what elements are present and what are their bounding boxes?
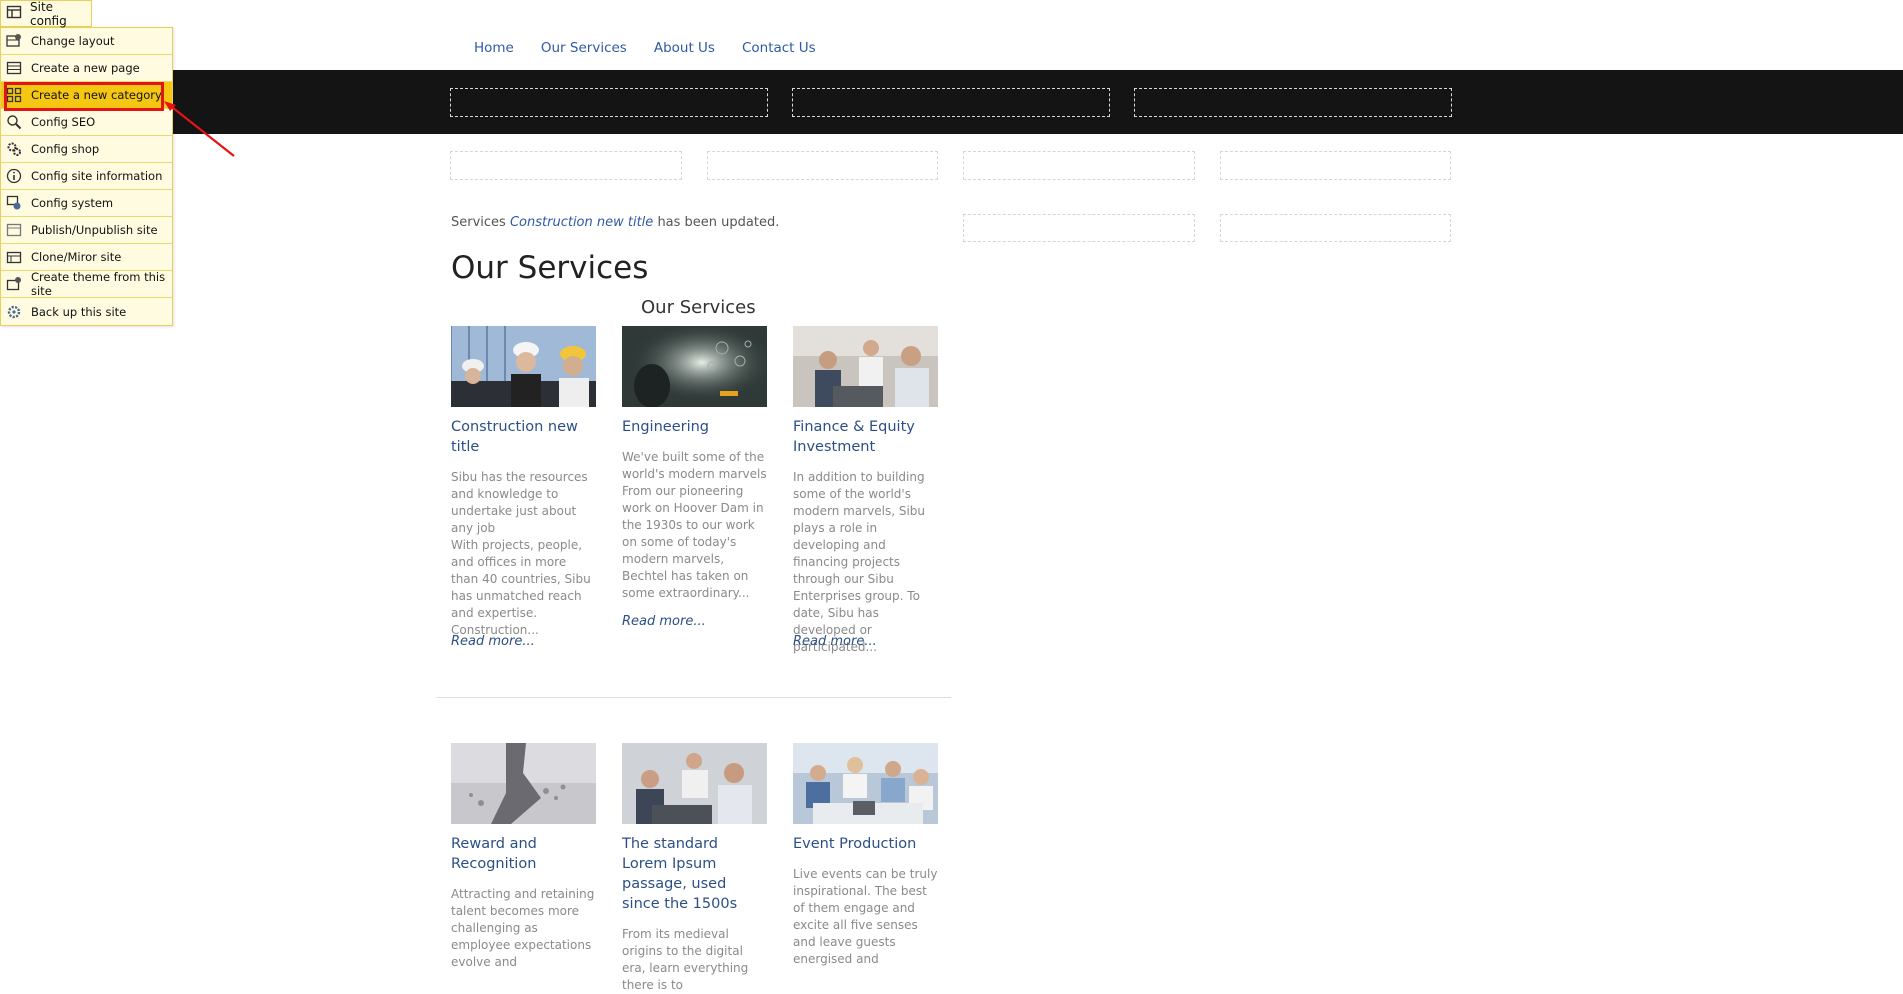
menu-item-create-theme[interactable]: Create theme from this site <box>1 270 172 298</box>
layout-icon <box>6 33 22 49</box>
menu-item-publish-site[interactable]: Publish/Unpublish site <box>1 217 172 244</box>
finance-thumbnail[interactable] <box>793 326 938 407</box>
menu-item-change-layout[interactable]: Change layout <box>1 28 172 55</box>
nav-link-about-us[interactable]: About Us <box>654 40 715 56</box>
nav-link-our-services[interactable]: Our Services <box>541 40 627 56</box>
placeholder-slot[interactable] <box>1134 88 1452 117</box>
menu-item-create-page[interactable]: Create a new page <box>1 55 172 82</box>
lorem-thumbnail[interactable] <box>622 743 767 824</box>
nav-link-home[interactable]: Home <box>474 40 514 56</box>
card-description: From its medieval origins to the digital… <box>622 927 749 992</box>
reward-thumbnail[interactable] <box>451 743 596 824</box>
read-more-link[interactable]: Read more... <box>451 634 535 649</box>
theme-icon <box>6 276 22 292</box>
card-title[interactable]: Reward and Recognition <box>451 834 596 874</box>
update-notice: Services Construction new title has been… <box>451 215 780 230</box>
read-more-link[interactable]: Read more... <box>622 614 706 629</box>
service-card: Engineering We've built some of the worl… <box>622 326 767 629</box>
backup-icon <box>6 304 22 320</box>
card-title[interactable]: Finance & Equity Investment <box>793 417 938 457</box>
section-title: Our Services <box>641 297 756 318</box>
service-card: Event Production Live events can be trul… <box>793 743 938 968</box>
service-card: Construction new title Sibu has the reso… <box>451 326 596 649</box>
card-title[interactable]: Engineering <box>622 417 767 437</box>
menu-item-clone-site[interactable]: Clone/Miror site <box>1 244 172 271</box>
main-nav: Home Our Services About Us Contact Us <box>474 40 816 56</box>
read-more-link[interactable]: Read more... <box>793 634 877 649</box>
construction-thumbnail[interactable] <box>451 326 596 407</box>
seo-icon <box>6 114 22 130</box>
site-config-menu: Change layout Create a new page Create a… <box>0 27 173 326</box>
category-icon <box>6 87 22 103</box>
menu-item-config-site-info[interactable]: Config site information <box>1 163 172 190</box>
service-card: Finance & Equity Investment In addition … <box>793 326 938 656</box>
page-icon <box>6 60 22 76</box>
section-divider <box>437 697 951 698</box>
service-card: Reward and Recognition Attracting and re… <box>451 743 596 971</box>
nav-link-contact-us[interactable]: Contact Us <box>742 40 816 56</box>
card-description: Sibu has the resources and knowledge to … <box>451 470 591 637</box>
menu-item-create-category[interactable]: Create a new category <box>1 82 172 109</box>
placeholder-slot[interactable] <box>1220 214 1451 242</box>
clone-icon <box>6 249 22 265</box>
placeholder-slot[interactable] <box>963 151 1195 180</box>
system-icon <box>6 195 22 211</box>
card-description: In addition to building some of the worl… <box>793 470 926 654</box>
site-config-icon <box>6 4 22 23</box>
placeholder-slot[interactable] <box>450 151 682 180</box>
site-config-label: Site config <box>30 0 67 28</box>
info-icon <box>6 168 22 184</box>
menu-item-config-system[interactable]: Config system <box>1 190 172 217</box>
card-description: Live events can be truly inspirational. … <box>793 867 938 966</box>
placeholder-slot[interactable] <box>707 151 938 180</box>
menu-item-backup-site[interactable]: Back up this site <box>1 298 172 325</box>
card-description: We've built some of the world's modern m… <box>622 450 767 600</box>
card-title[interactable]: Event Production <box>793 834 938 854</box>
placeholder-slot[interactable] <box>792 88 1110 117</box>
card-title[interactable]: Construction new title <box>451 417 596 457</box>
placeholder-slot[interactable] <box>963 214 1195 242</box>
site-config-toggle[interactable]: Site config <box>0 0 92 28</box>
service-card: The standard Lorem Ipsum passage, used s… <box>622 743 767 994</box>
engineering-thumbnail[interactable] <box>622 326 767 407</box>
page-title: Our Services <box>451 250 649 286</box>
header-band <box>0 70 1903 134</box>
card-description: Attracting and retaining talent becomes … <box>451 887 595 969</box>
placeholder-slot[interactable] <box>1220 151 1451 180</box>
menu-item-config-shop[interactable]: Config shop <box>1 136 172 163</box>
publish-icon <box>6 222 22 238</box>
card-title[interactable]: The standard Lorem Ipsum passage, used s… <box>622 834 767 914</box>
gears-icon <box>6 141 22 157</box>
notice-link[interactable]: Construction new title <box>510 215 653 230</box>
menu-item-config-seo[interactable]: Config SEO <box>1 109 172 136</box>
event-thumbnail[interactable] <box>793 743 938 824</box>
placeholder-slot[interactable] <box>450 88 768 117</box>
